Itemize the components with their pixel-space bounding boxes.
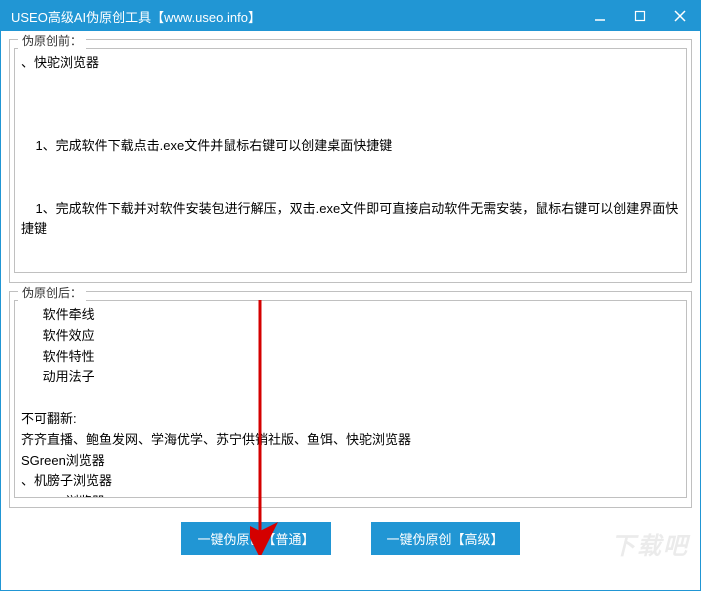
maximize-icon <box>634 10 646 22</box>
before-legend: 伪原创前： <box>18 32 86 49</box>
after-legend: 伪原创后： <box>18 284 86 301</box>
close-icon <box>674 10 686 22</box>
button-row: 一键伪原创【普通】 一键伪原创【高级】 <box>9 516 692 557</box>
content-area: 伪原创前： 伪原创后： 一键伪原创【普通】 一键伪原创【高级】 <box>1 31 700 590</box>
window-controls <box>580 1 700 31</box>
window-title: USEO高级AI伪原创工具【www.useo.info】 <box>11 7 580 26</box>
close-button[interactable] <box>660 1 700 31</box>
maximize-button[interactable] <box>620 1 660 31</box>
after-fieldset: 伪原创后： <box>9 291 692 508</box>
after-textarea[interactable] <box>14 300 687 498</box>
before-textarea[interactable] <box>14 48 687 273</box>
minimize-icon <box>594 10 606 22</box>
minimize-button[interactable] <box>580 1 620 31</box>
titlebar: USEO高级AI伪原创工具【www.useo.info】 <box>1 1 700 31</box>
rewrite-advanced-button[interactable]: 一键伪原创【高级】 <box>371 522 520 555</box>
rewrite-normal-button[interactable]: 一键伪原创【普通】 <box>181 522 330 555</box>
before-fieldset: 伪原创前： <box>9 39 692 283</box>
app-window: USEO高级AI伪原创工具【www.useo.info】 伪原创前： 伪原创后：… <box>0 0 701 591</box>
